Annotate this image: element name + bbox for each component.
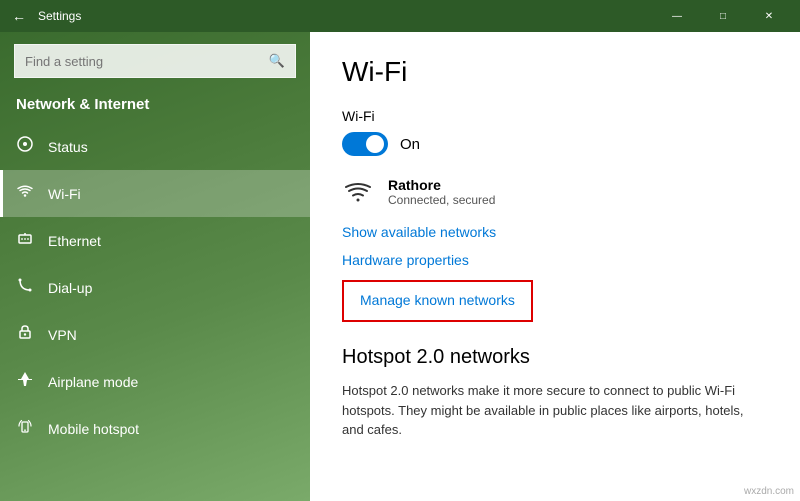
connected-network: Rathore Connected, secured bbox=[342, 176, 768, 208]
minimize-button[interactable]: — bbox=[654, 0, 700, 32]
sidebar-item-label-mobile: Mobile hotspot bbox=[48, 421, 139, 437]
search-box[interactable]: 🔍 bbox=[14, 44, 296, 78]
sidebar-item-label-ethernet: Ethernet bbox=[48, 233, 101, 249]
maximize-button[interactable]: □ bbox=[700, 0, 746, 32]
airplane-icon bbox=[16, 370, 34, 393]
content-area: Wi-Fi Wi-Fi On Rathore Connected, secure bbox=[310, 32, 800, 501]
sidebar-item-mobile[interactable]: Mobile hotspot bbox=[0, 405, 310, 452]
hotspot-desc: Hotspot 2.0 networks make it more secure… bbox=[342, 381, 768, 440]
back-button[interactable]: ← bbox=[8, 4, 30, 28]
hotspot-title: Hotspot 2.0 networks bbox=[342, 346, 768, 369]
close-button[interactable]: ✕ bbox=[746, 0, 792, 32]
sidebar-item-label-vpn: VPN bbox=[48, 327, 77, 343]
sidebar-item-label-status: Status bbox=[48, 139, 88, 155]
main-container: 🔍 Network & Internet Status bbox=[0, 32, 800, 501]
title-bar-controls: — □ ✕ bbox=[654, 0, 792, 32]
mobile-hotspot-icon bbox=[16, 417, 34, 440]
network-info: Rathore Connected, secured bbox=[388, 177, 495, 207]
sidebar-item-airplane[interactable]: Airplane mode bbox=[0, 358, 310, 405]
sidebar-item-wifi[interactable]: Wi-Fi bbox=[0, 170, 310, 217]
search-input[interactable] bbox=[25, 54, 261, 69]
search-icon: 🔍 bbox=[269, 53, 285, 69]
page-title: Wi-Fi bbox=[342, 56, 768, 88]
vpn-icon bbox=[16, 323, 34, 346]
sidebar: 🔍 Network & Internet Status bbox=[0, 32, 310, 501]
manage-networks-link[interactable]: Manage known networks bbox=[360, 292, 515, 308]
sidebar-section-title: Network & Internet bbox=[0, 90, 310, 123]
network-status: Connected, secured bbox=[388, 193, 495, 207]
title-bar-title: Settings bbox=[38, 9, 81, 23]
wifi-section-label: Wi-Fi bbox=[342, 108, 768, 124]
dialup-icon bbox=[16, 276, 34, 299]
sidebar-item-vpn[interactable]: VPN bbox=[0, 311, 310, 358]
ethernet-icon bbox=[16, 229, 34, 252]
wifi-toggle[interactable] bbox=[342, 132, 388, 156]
wifi-toggle-label: On bbox=[400, 136, 420, 153]
sidebar-nav: Status Wi-Fi bbox=[0, 123, 310, 452]
sidebar-item-label-dialup: Dial-up bbox=[48, 280, 92, 296]
wifi-nav-icon bbox=[16, 182, 34, 205]
sidebar-item-dialup[interactable]: Dial-up bbox=[0, 264, 310, 311]
sidebar-item-status[interactable]: Status bbox=[0, 123, 310, 170]
title-bar-left: ← Settings bbox=[8, 4, 81, 28]
show-networks-link[interactable]: Show available networks bbox=[342, 224, 496, 240]
status-icon bbox=[16, 135, 34, 158]
wifi-toggle-row: On bbox=[342, 132, 768, 156]
title-bar: ← Settings — □ ✕ bbox=[0, 0, 800, 32]
manage-networks-box[interactable]: Manage known networks bbox=[342, 280, 533, 322]
sidebar-item-ethernet[interactable]: Ethernet bbox=[0, 217, 310, 264]
hardware-properties-link[interactable]: Hardware properties bbox=[342, 252, 469, 268]
toggle-thumb bbox=[366, 135, 384, 153]
wifi-connected-icon bbox=[342, 176, 374, 208]
sidebar-item-label-wifi: Wi-Fi bbox=[48, 186, 81, 202]
sidebar-item-label-airplane: Airplane mode bbox=[48, 374, 138, 390]
network-name: Rathore bbox=[388, 177, 495, 193]
